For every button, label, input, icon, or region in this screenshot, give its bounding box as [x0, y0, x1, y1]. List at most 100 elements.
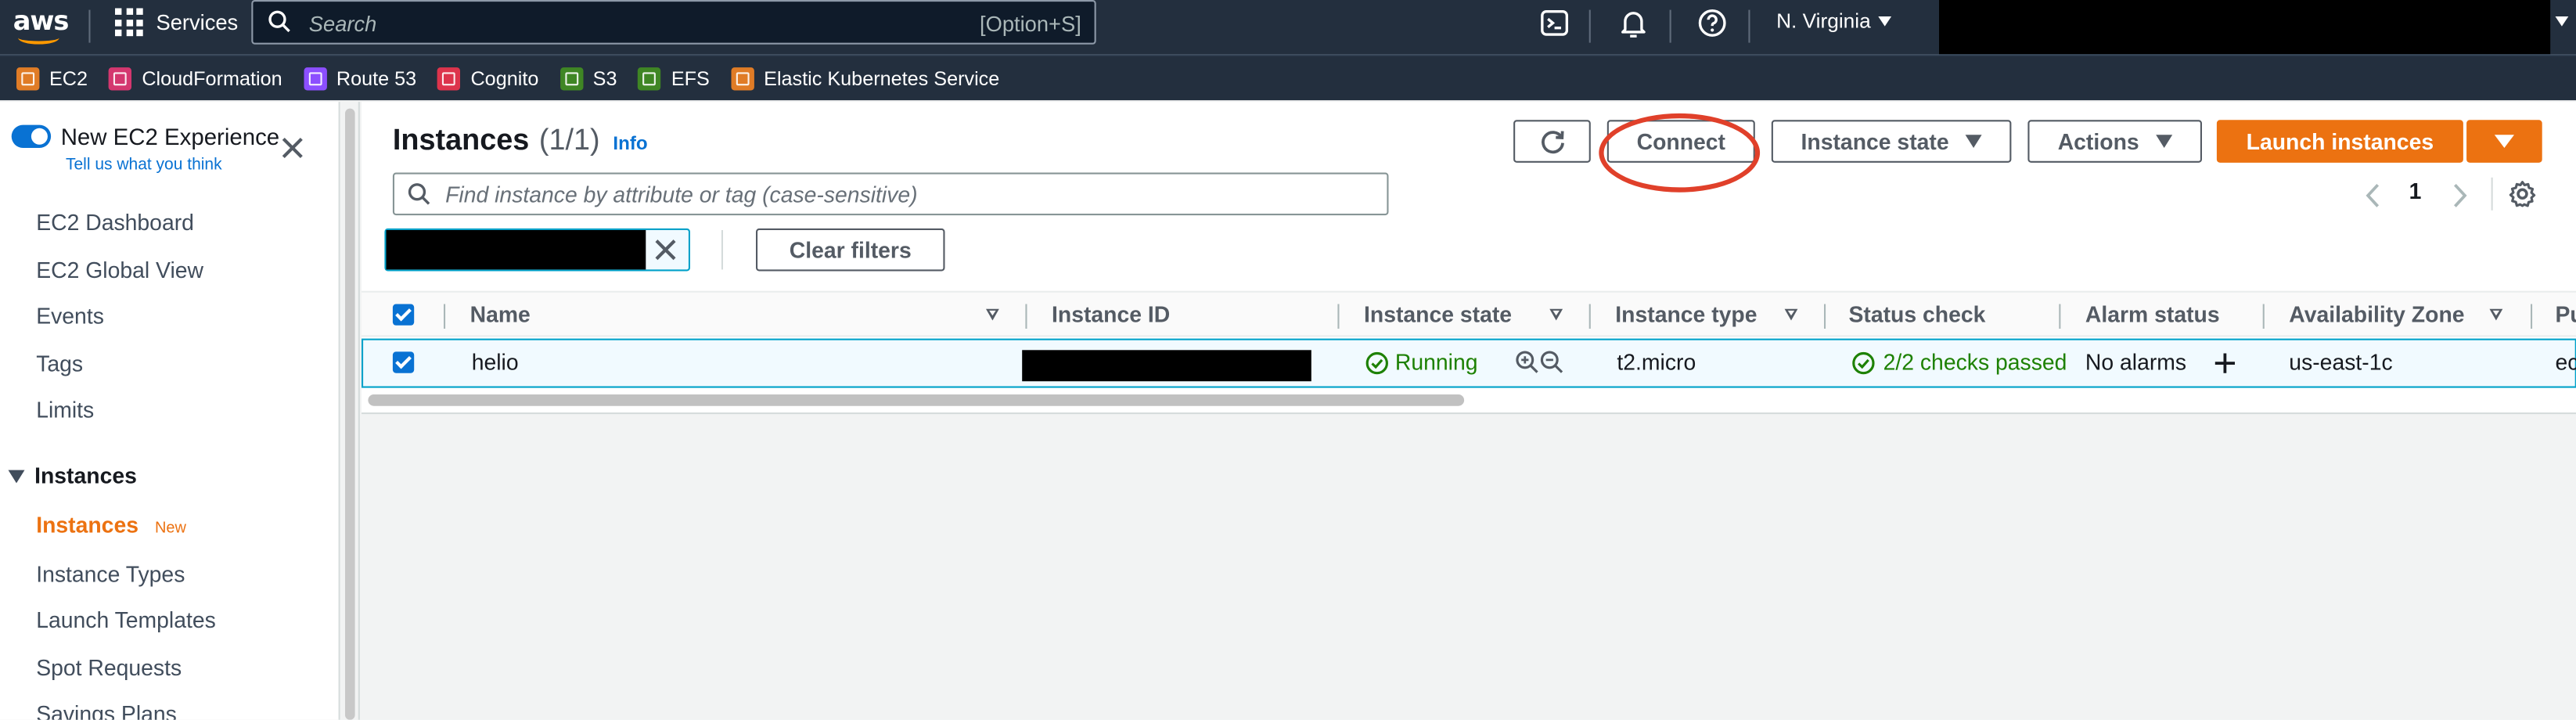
- sidebar-item-spot-requests[interactable]: Spot Requests: [36, 656, 182, 681]
- zoom-in-icon[interactable]: [1515, 350, 1540, 375]
- filter-token-redacted: [386, 230, 646, 270]
- aws-logo[interactable]: aws: [13, 5, 69, 48]
- remove-filter-icon[interactable]: [654, 239, 677, 261]
- sort-icon[interactable]: [1549, 308, 1563, 321]
- column-header-status-check[interactable]: Status check: [1849, 302, 1986, 327]
- info-link[interactable]: Info: [613, 135, 647, 154]
- horizontal-scrollbar-thumb[interactable]: [368, 394, 1465, 406]
- instance-type-value: t2.micro: [1617, 350, 1696, 375]
- filter-token[interactable]: [384, 228, 690, 272]
- sidebar-item-instance-types[interactable]: Instance Types: [36, 562, 185, 587]
- favorite-route53[interactable]: Route 53: [303, 67, 417, 90]
- nav-divider: [1669, 9, 1671, 43]
- nav-divider: [1588, 9, 1591, 43]
- caret-down-icon: [2494, 135, 2514, 148]
- column-divider: [1337, 304, 1340, 329]
- sidebar-item-launch-templates[interactable]: Launch Templates: [36, 608, 216, 633]
- help-icon[interactable]: [1696, 6, 1729, 39]
- region-selector[interactable]: N. Virginia: [1776, 9, 1893, 34]
- sort-icon[interactable]: [1784, 308, 1798, 321]
- column-header-alarm-status[interactable]: Alarm status: [2085, 302, 2220, 327]
- favorite-s3[interactable]: S3: [559, 67, 617, 90]
- favorite-eks[interactable]: Elastic Kubernetes Service: [731, 67, 999, 90]
- column-header-availability-zone[interactable]: Availability Zone: [2289, 302, 2464, 327]
- favorite-cognito[interactable]: Cognito: [437, 67, 538, 90]
- instances-panel: Instances (1/1) Info Connect Instance st…: [361, 102, 2576, 415]
- column-divider: [444, 304, 446, 329]
- availability-zone-value: us-east-1c: [2289, 350, 2393, 375]
- row-select-checkbox[interactable]: [392, 351, 415, 373]
- sidebar-item-limits[interactable]: Limits: [36, 398, 94, 422]
- clear-filters-button[interactable]: Clear filters: [755, 228, 945, 272]
- column-header-public[interactable]: Pu: [2555, 302, 2576, 327]
- column-divider: [2059, 304, 2061, 329]
- actions-dropdown[interactable]: Actions: [2027, 120, 2202, 163]
- launch-options-dropdown[interactable]: [2466, 120, 2542, 163]
- sidebar-section-instances[interactable]: Instances: [8, 463, 137, 488]
- account-menu-redacted[interactable]: [1939, 0, 2551, 55]
- collapse-triangle-icon: [8, 469, 25, 483]
- efs-service-icon: [638, 67, 662, 90]
- filter-placeholder: Find instance by attribute or tag (case-…: [445, 182, 918, 207]
- select-all-checkbox[interactable]: [392, 304, 415, 326]
- close-sidebar-icon[interactable]: [279, 135, 306, 161]
- section-label: Instances: [34, 463, 137, 488]
- favorite-cloudformation[interactable]: CloudFormation: [109, 67, 282, 90]
- services-menu-button[interactable]: Services: [115, 0, 238, 45]
- favorite-label: Route 53: [336, 67, 417, 90]
- zoom-out-icon[interactable]: [1540, 350, 1565, 375]
- notifications-bell-icon[interactable]: [1617, 6, 1650, 39]
- sort-icon[interactable]: [2489, 308, 2503, 321]
- sidebar-scrollbar[interactable]: [340, 102, 360, 720]
- sidebar-item-ec2-global-view[interactable]: EC2 Global View: [36, 258, 203, 283]
- filter-divider: [721, 230, 723, 270]
- feedback-link[interactable]: Tell us what you think: [66, 156, 222, 174]
- column-header-name[interactable]: Name: [470, 302, 531, 327]
- page-number[interactable]: 1: [2409, 179, 2422, 204]
- favorite-label: S3: [592, 67, 617, 90]
- sidebar-item-savings-plans[interactable]: Savings Plans: [36, 702, 177, 720]
- instance-state-label: Instance state: [1801, 128, 1949, 154]
- region-label: N. Virginia: [1776, 9, 1871, 34]
- add-alarm-icon[interactable]: [2214, 351, 2236, 374]
- favorite-label: CloudFormation: [142, 67, 282, 90]
- table-row[interactable]: helio Running t2.micro 2/2 checks passed…: [361, 338, 2576, 388]
- sidebar-item-events[interactable]: Events: [36, 304, 104, 329]
- sort-icon[interactable]: [986, 308, 999, 321]
- favorite-ec2[interactable]: EC2: [16, 67, 88, 90]
- page-title-text: Instances: [392, 123, 530, 157]
- cloudshell-icon[interactable]: [1538, 6, 1571, 39]
- launch-instances-button[interactable]: Launch instances: [2216, 120, 2463, 163]
- sidebar-item-ec2-dashboard[interactable]: EC2 Dashboard: [36, 211, 194, 236]
- column-divider: [2262, 304, 2265, 329]
- account-caret-down-icon[interactable]: [2555, 16, 2569, 27]
- new-experience-toggle[interactable]: [11, 124, 52, 148]
- next-page-icon[interactable]: [2452, 182, 2468, 209]
- refresh-button[interactable]: [1513, 120, 1591, 163]
- settings-gear-icon[interactable]: [2508, 179, 2538, 209]
- column-header-instance-state[interactable]: Instance state: [1364, 302, 1512, 327]
- column-header-instance-type[interactable]: Instance type: [1615, 302, 1757, 327]
- search-shortcut: [Option+S]: [980, 11, 1081, 37]
- instance-id-redacted[interactable]: [1022, 350, 1311, 382]
- public-dns-value: ec: [2555, 350, 2576, 375]
- column-header-instance-id[interactable]: Instance ID: [1052, 302, 1170, 327]
- sidebar-item-label: Instances: [36, 513, 139, 538]
- scrollbar-thumb[interactable]: [344, 108, 355, 720]
- actions-label: Actions: [2057, 128, 2139, 154]
- running-check-icon: [1365, 351, 1388, 375]
- caret-down-icon: [2155, 135, 2172, 148]
- instance-count: (1/1): [538, 123, 600, 157]
- instance-filter-input[interactable]: Find instance by attribute or tag (case-…: [392, 172, 1389, 216]
- sidebar-item-instances[interactable]: Instances New: [36, 513, 186, 538]
- pager-divider: [2491, 177, 2493, 211]
- clear-filters-label: Clear filters: [789, 237, 912, 262]
- favorite-efs[interactable]: EFS: [638, 67, 710, 90]
- new-experience-label: New EC2 Experience: [60, 123, 280, 150]
- instance-state-dropdown[interactable]: Instance state: [1771, 120, 2012, 163]
- previous-page-icon[interactable]: [2365, 182, 2381, 209]
- search-input[interactable]: Search [Option+S]: [251, 0, 1096, 45]
- aws-smile-icon: [18, 31, 59, 45]
- sidebar-item-tags[interactable]: Tags: [36, 351, 83, 376]
- search-placeholder: Search: [308, 11, 377, 37]
